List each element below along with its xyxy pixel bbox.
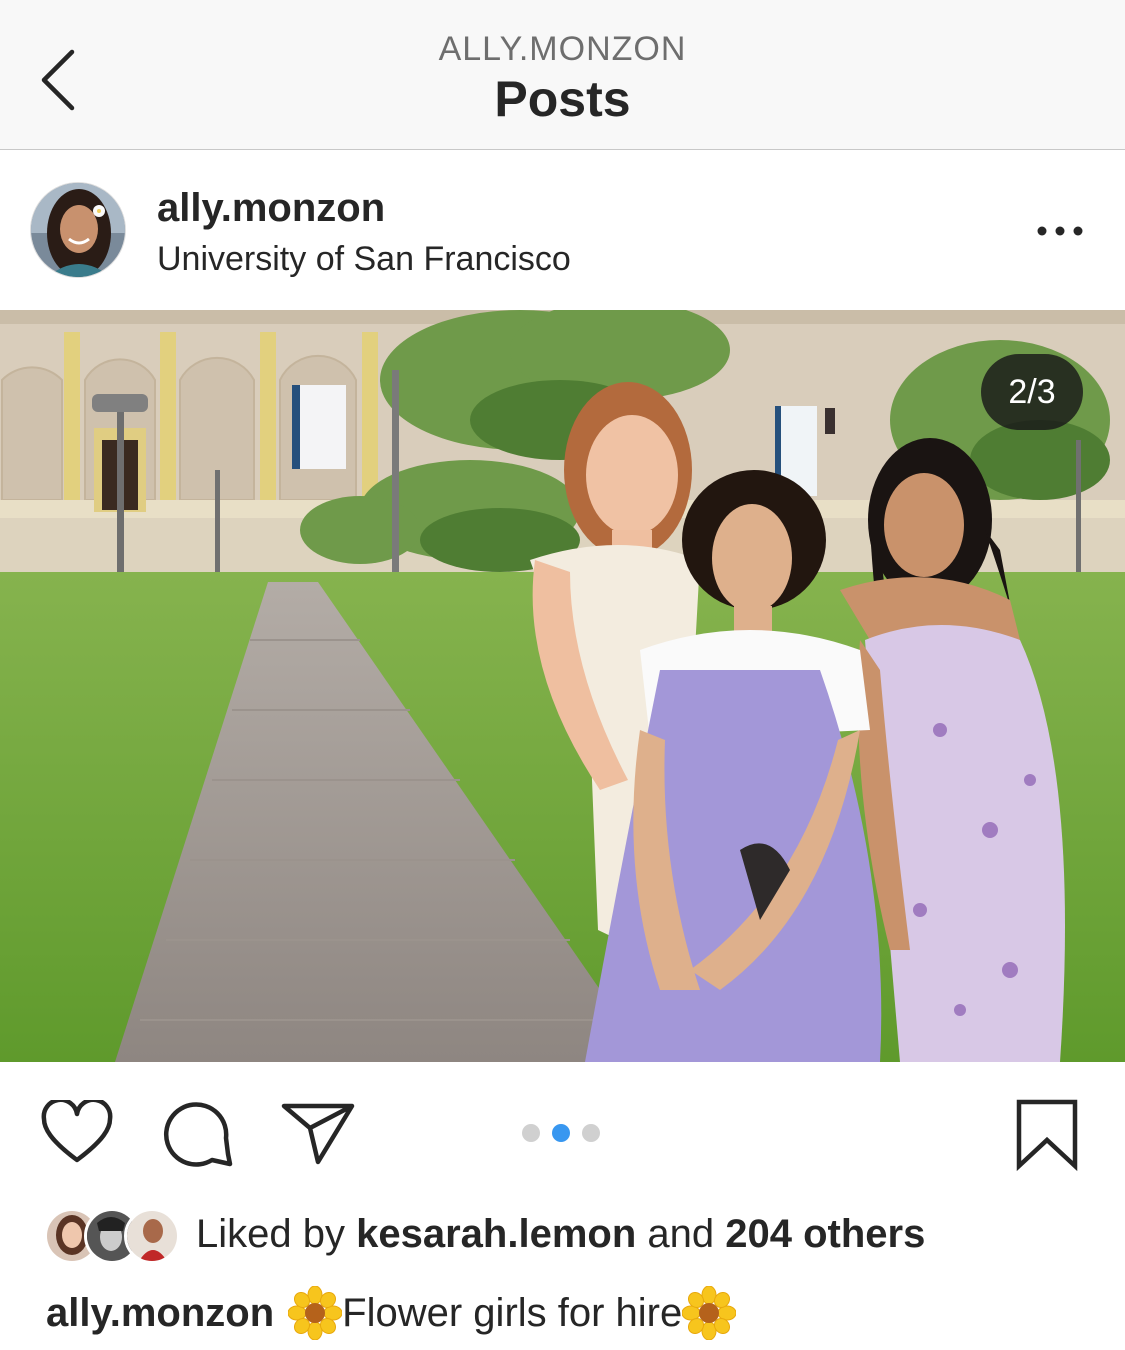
carousel-dot: [582, 1124, 600, 1142]
comment-icon[interactable]: [162, 1098, 234, 1170]
likes-summary[interactable]: Liked by kesarah.lemon and 204 others: [196, 1212, 925, 1257]
more-options-icon[interactable]: [1030, 216, 1090, 246]
liker-avatars[interactable]: [44, 1208, 184, 1264]
avatar[interactable]: [30, 182, 126, 278]
likes-conjunction: and: [647, 1212, 715, 1256]
page-title: Posts: [494, 71, 631, 127]
heart-icon[interactable]: [40, 1100, 114, 1166]
post-header: ally.monzon University of San Francisco: [0, 150, 1125, 310]
share-icon[interactable]: [280, 1100, 356, 1166]
bookmark-icon[interactable]: [1014, 1098, 1080, 1172]
caption-text: Flower girls for hire: [342, 1290, 683, 1335]
post-username[interactable]: ally.monzon: [157, 186, 385, 231]
post-caption: ally.monzon Flower girls for hire: [46, 1286, 737, 1340]
caption-username[interactable]: ally.monzon: [46, 1291, 274, 1336]
photo-image: [0, 310, 1125, 1062]
first-liker-username[interactable]: kesarah.lemon: [356, 1212, 636, 1256]
post-location[interactable]: University of San Francisco: [157, 240, 571, 279]
carousel-counter: 2/3: [981, 354, 1083, 430]
carousel-dot-active: [552, 1124, 570, 1142]
likes-prefix: Liked by: [196, 1212, 345, 1256]
carousel-indicator: [522, 1124, 600, 1144]
likes-others-count[interactable]: 204 others: [725, 1212, 925, 1256]
sunflower-emoji-icon: [288, 1286, 343, 1340]
liker-avatar: [124, 1208, 180, 1264]
avatar-image: [31, 183, 125, 277]
post-photo[interactable]: [0, 310, 1125, 1062]
nav-header: ALLY.MONZON Posts: [0, 0, 1125, 150]
header-account-name: ALLY.MONZON: [438, 30, 687, 68]
carousel-dot: [522, 1124, 540, 1142]
sunflower-emoji-icon: [682, 1286, 737, 1340]
